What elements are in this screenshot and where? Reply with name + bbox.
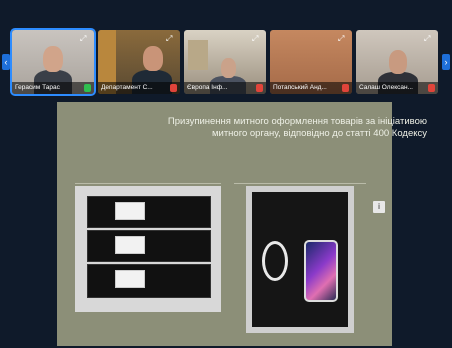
participant-name: Потапський Анд...	[270, 82, 352, 94]
participant-name: Герасим Тарас	[12, 82, 94, 94]
shared-screen: Призупинення митного оформлення товарів …	[0, 98, 452, 348]
scroll-right-button[interactable]: ›	[442, 54, 450, 70]
participant-tile[interactable]: ⤢ Департамент С...	[98, 30, 180, 94]
slide-title: Призупинення митного оформлення товарів …	[167, 116, 427, 139]
participant-name: Департамент С...	[98, 82, 180, 94]
microphone-muted-icon	[170, 84, 177, 92]
microphone-icon	[84, 84, 91, 92]
participant-name: Європа Інф...	[184, 82, 266, 94]
slide-info-button[interactable]: i	[373, 201, 385, 213]
expand-icon[interactable]: ⤢	[166, 34, 175, 43]
phone-photo	[246, 186, 354, 333]
microphone-muted-icon	[256, 84, 263, 92]
expand-icon[interactable]: ⤢	[424, 34, 433, 43]
expand-icon[interactable]: ⤢	[338, 34, 347, 43]
boxes-photo	[75, 186, 221, 312]
expand-icon[interactable]: ⤢	[80, 34, 89, 43]
microphone-muted-icon	[342, 84, 349, 92]
presentation-slide: Призупинення митного оформлення товарів …	[57, 102, 427, 346]
participant-tile[interactable]: ⤢ Салаш Олексан...	[356, 30, 438, 94]
participant-tile[interactable]: ⤢ Потапський Анд...	[270, 30, 352, 94]
divider	[75, 183, 221, 184]
microphone-muted-icon	[428, 84, 435, 92]
divider	[234, 183, 366, 184]
expand-icon[interactable]: ⤢	[252, 34, 261, 43]
participant-strip: ‹ ⤢ Герасим Тарас ⤢ Департамент С... ⤢ Є…	[0, 26, 452, 98]
scroll-left-button[interactable]: ‹	[2, 54, 10, 70]
participant-name: Салаш Олексан...	[356, 82, 438, 94]
participant-tile[interactable]: ⤢ Герасим Тарас	[10, 28, 96, 96]
participant-tile[interactable]: ⤢ Європа Інф...	[184, 30, 266, 94]
